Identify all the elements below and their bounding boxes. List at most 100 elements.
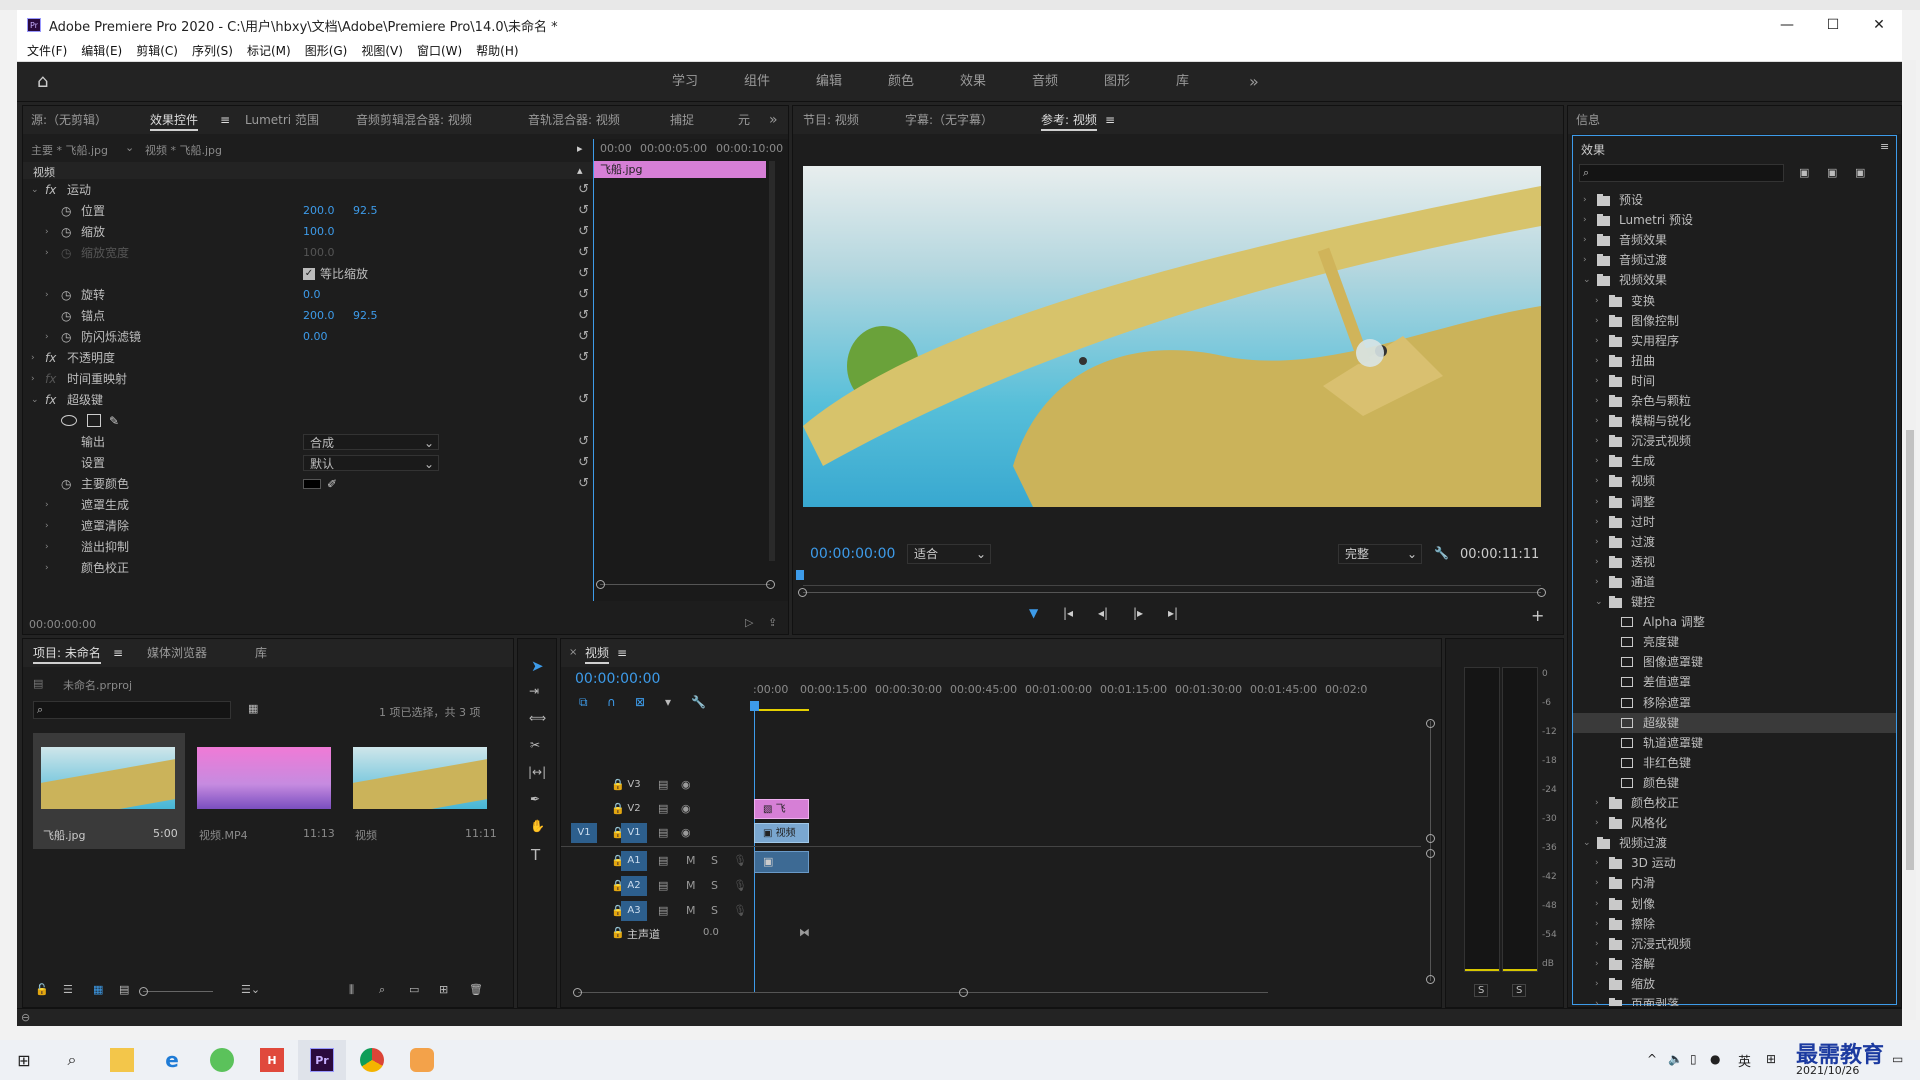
- program-video-frame[interactable]: [803, 166, 1541, 507]
- razor-tool-icon[interactable]: ✂: [530, 738, 540, 752]
- yuv-effects-icon[interactable]: ▣: [1855, 166, 1865, 179]
- play-icon[interactable]: |▸: [1133, 606, 1143, 620]
- clip-dropdown-icon[interactable]: ⌄: [125, 141, 134, 154]
- chevron-right-icon[interactable]: ›: [1595, 391, 1599, 411]
- panel-menu-icon[interactable]: ≡: [617, 639, 627, 667]
- effects-tree-item[interactable]: › 音频过渡: [1573, 250, 1896, 270]
- effects-tree-item[interactable]: › 沉浸式视频: [1573, 431, 1896, 451]
- outer-scrollbar[interactable]: [1904, 60, 1916, 1020]
- new-bin-icon[interactable]: ▭: [409, 983, 419, 996]
- zoom-slider[interactable]: [143, 991, 213, 992]
- timeline-settings-icon[interactable]: 🔧: [691, 695, 706, 709]
- horizontal-zoom-bar[interactable]: [578, 992, 1268, 993]
- tab-capture[interactable]: 捕捉: [670, 106, 694, 134]
- maximize-icon[interactable]: ☐: [1810, 10, 1856, 40]
- reset-icon[interactable]: ↺: [578, 201, 589, 221]
- zoom-bar[interactable]: [600, 584, 770, 585]
- effects-tree-item[interactable]: › 预设: [1573, 190, 1896, 210]
- new-bin-from-search-icon[interactable]: ▦: [248, 702, 258, 715]
- reset-icon[interactable]: ↺: [578, 285, 589, 305]
- tab-captions[interactable]: 字幕:（无字幕）: [905, 106, 993, 134]
- scrollbar[interactable]: [769, 161, 775, 561]
- type-tool-icon[interactable]: T: [531, 846, 540, 864]
- stopwatch-icon[interactable]: ◷: [61, 306, 71, 326]
- effect-controls-timecode[interactable]: 00:00:00:00: [29, 618, 96, 631]
- workspace-learn[interactable]: 学习: [672, 62, 698, 102]
- sync-icon[interactable]: ▤: [658, 826, 668, 839]
- effects-tree-item[interactable]: › 3D 运动: [1573, 853, 1896, 873]
- chevron-right-icon[interactable]: ›: [1595, 914, 1599, 934]
- reset-icon[interactable]: ↺: [578, 453, 589, 473]
- sync-icon[interactable]: ▤: [658, 778, 668, 791]
- pen-tool-icon[interactable]: ✒: [530, 792, 540, 806]
- anchor-y-value[interactable]: 92.5: [353, 306, 378, 326]
- home-icon[interactable]: ⌂: [37, 62, 48, 102]
- panel-menu-icon[interactable]: ≡: [1880, 140, 1889, 153]
- zoom-handle[interactable]: [1537, 588, 1546, 597]
- fx-badge-icon[interactable]: fx: [45, 180, 56, 200]
- effects-tree-item[interactable]: › 划像: [1573, 894, 1896, 914]
- microphone-icon[interactable]: 🎙: [733, 904, 747, 917]
- sequence-clip-label[interactable]: 视频 * 飞船.jpg: [145, 142, 222, 158]
- media-app-button[interactable]: [398, 1040, 446, 1080]
- row-motion[interactable]: ⌄ fx 运动 ↺: [23, 180, 593, 200]
- effects-tree-item[interactable]: › Lumetri 预设: [1573, 210, 1896, 230]
- file-explorer-button[interactable]: [98, 1040, 146, 1080]
- more-workspaces-icon[interactable]: »: [1249, 62, 1259, 102]
- effects-tree-item[interactable]: 非红色键: [1573, 753, 1896, 773]
- chevron-right-icon[interactable]: ›: [1595, 934, 1599, 954]
- chevron-right-icon[interactable]: ›: [1583, 190, 1587, 210]
- effects-tree-item[interactable]: › 杂色与颗粒: [1573, 391, 1896, 411]
- workspace-libraries[interactable]: 库: [1176, 62, 1189, 102]
- start-button[interactable]: ⊞: [0, 1040, 48, 1080]
- zoom-handle[interactable]: [573, 988, 582, 997]
- tab-libraries[interactable]: 库: [255, 639, 267, 667]
- chevron-right-icon[interactable]: ›: [1595, 954, 1599, 974]
- row-time-remap[interactable]: › fx 时间重映射: [23, 369, 593, 389]
- outer-scrollbar-thumb[interactable]: [1906, 430, 1914, 870]
- fx-badge-icon[interactable]: fx: [45, 390, 56, 410]
- effects-tree-item[interactable]: › 视频: [1573, 471, 1896, 491]
- notification-icon[interactable]: ▭: [1892, 1052, 1903, 1066]
- chevron-right-icon[interactable]: ›: [1595, 311, 1599, 331]
- track-label[interactable]: A1: [621, 851, 647, 871]
- menu-marker[interactable]: 标记(M): [247, 42, 291, 59]
- workspace-color[interactable]: 颜色: [888, 62, 914, 102]
- freeform-view-icon[interactable]: ▤: [119, 983, 129, 996]
- automate-sequence-icon[interactable]: ⫼: [349, 983, 354, 997]
- scale-value[interactable]: 100.0: [303, 222, 335, 242]
- uniform-scale-checkbox[interactable]: ✓: [303, 268, 315, 280]
- reset-icon[interactable]: ↺: [578, 180, 589, 200]
- solo-button[interactable]: S: [711, 879, 718, 892]
- chrome-button[interactable]: [348, 1040, 396, 1080]
- chevron-right-icon[interactable]: ›: [1595, 793, 1599, 813]
- collapse-icon[interactable]: ▴: [577, 164, 583, 177]
- project-search-input[interactable]: ⌕: [33, 701, 231, 719]
- scroll-handle[interactable]: [1426, 849, 1435, 858]
- chevron-right-icon[interactable]: ›: [1595, 813, 1599, 833]
- zoom-handle[interactable]: [766, 580, 775, 589]
- clip-v2[interactable]: ▧ 飞: [754, 799, 809, 819]
- security-icon[interactable]: ●: [1710, 1052, 1720, 1066]
- effects-tree-item[interactable]: › 风格化: [1573, 813, 1896, 833]
- volume-icon[interactable]: 🔈: [1668, 1052, 1683, 1066]
- effects-tree-item[interactable]: 超级键: [1573, 712, 1896, 733]
- microphone-icon[interactable]: 🎙: [733, 854, 747, 867]
- reset-icon[interactable]: ↺: [578, 243, 589, 263]
- setting-select[interactable]: 默认 ⌄: [303, 455, 439, 471]
- workspace-audio[interactable]: 音频: [1032, 62, 1058, 102]
- source-patch-v1[interactable]: V1: [571, 823, 597, 843]
- chevron-right-icon[interactable]: ›: [1595, 451, 1599, 471]
- effects-tree-item[interactable]: 颜色键: [1573, 773, 1896, 793]
- tab-effect-controls[interactable]: 效果控件: [150, 106, 199, 134]
- mute-button[interactable]: M: [686, 904, 696, 917]
- effects-tree-item[interactable]: › 时间: [1573, 371, 1896, 391]
- tab-reference[interactable]: 参考: 视频: [1041, 106, 1097, 134]
- tab-source[interactable]: 源:（无剪辑）: [31, 106, 107, 134]
- solo-left-button[interactable]: S: [1474, 984, 1489, 997]
- ime-mode-icon[interactable]: ⊞: [1766, 1052, 1776, 1066]
- chevron-right-icon[interactable]: ›: [1595, 853, 1599, 873]
- mark-in-icon[interactable]: |◂: [1063, 606, 1073, 620]
- chevron-right-icon[interactable]: ›: [1583, 250, 1587, 270]
- row-color-correction[interactable]: › 颜色校正: [23, 558, 593, 578]
